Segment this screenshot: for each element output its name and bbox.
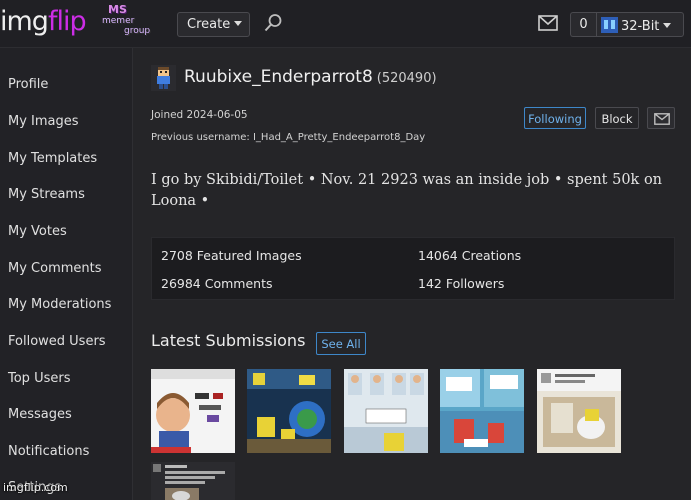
following-button[interactable]: Following <box>524 107 586 129</box>
imgflip-logo[interactable]: imgflip <box>0 6 87 37</box>
stat-featured-images[interactable]: 2708 Featured Images <box>161 248 302 263</box>
sidebar-item-my-templates[interactable]: My Templates <box>8 151 97 166</box>
caret-down-icon <box>234 21 243 26</box>
top-navbar: imgflip MS memer group Create 0 32-Bit <box>0 0 691 48</box>
submission-thumbnail[interactable] <box>537 369 621 453</box>
user-avatar <box>151 65 176 91</box>
submission-thumbnail[interactable] <box>151 462 235 500</box>
sidebar-item-my-votes[interactable]: My Votes <box>8 224 67 239</box>
stat-comments[interactable]: 26984 Comments <box>161 276 273 291</box>
username-text: Ruubixe_Enderparrot8 <box>184 67 373 87</box>
notification-count[interactable]: 0 <box>570 12 596 37</box>
search-icon[interactable] <box>263 13 283 33</box>
sidebar-item-messages[interactable]: Messages <box>8 407 72 422</box>
sidebar-item-notifications[interactable]: Notifications <box>8 444 89 459</box>
user-points: (520490) <box>376 71 437 86</box>
logo-text-flip: flip <box>47 6 87 37</box>
user-menu-button[interactable]: 32-Bit <box>596 12 684 37</box>
sidebar-item-my-comments[interactable]: My Comments <box>8 261 102 276</box>
create-button-label: Create <box>187 17 231 32</box>
submission-thumbnail[interactable] <box>344 369 428 453</box>
create-button[interactable]: Create <box>177 12 250 37</box>
latest-submissions-heading: Latest Submissions <box>151 331 306 350</box>
submission-thumbnail[interactable] <box>247 369 331 453</box>
sidebar: Profile My Images My Templates My Stream… <box>0 48 133 500</box>
block-button[interactable]: Block <box>595 107 639 129</box>
stream-logo-line1: MS <box>108 3 127 16</box>
sidebar-item-top-users[interactable]: Top Users <box>8 371 70 386</box>
profile-main: Ruubixe_Enderparrot8 (520490) Joined 2024… <box>134 48 691 500</box>
user-avatar-icon <box>601 17 618 33</box>
stream-logo-line2: memer <box>102 16 135 26</box>
stream-logo-line3: group <box>124 26 151 36</box>
stat-followers[interactable]: 142 Followers <box>418 276 504 291</box>
envelope-icon <box>654 113 670 125</box>
submission-thumbnail[interactable] <box>151 369 235 453</box>
sidebar-item-my-moderations[interactable]: My Moderations <box>8 297 111 312</box>
caret-down-icon <box>663 23 672 28</box>
message-user-button[interactable] <box>647 107 675 129</box>
logo-text-img: img <box>0 6 49 37</box>
sidebar-item-my-images[interactable]: My Images <box>8 114 79 129</box>
user-menu-label: 32-Bit <box>621 19 660 34</box>
sidebar-item-followed-users[interactable]: Followed Users <box>8 334 106 349</box>
mail-icon[interactable] <box>538 15 558 31</box>
stat-creations[interactable]: 14064 Creations <box>418 248 521 263</box>
profile-username: Ruubixe_Enderparrot8 (520490) <box>184 67 437 87</box>
profile-bio: I go by Skibidi/Toilet • Nov. 21 2923 wa… <box>151 172 663 209</box>
sidebar-item-my-streams[interactable]: My Streams <box>8 187 85 202</box>
imgflip-watermark: imgflip.com <box>3 481 68 494</box>
previous-username: Previous username: I_Had_A_Pretty_Endeep… <box>151 132 426 143</box>
stream-logo[interactable]: MS memer group <box>100 3 160 40</box>
see-all-button[interactable]: See All <box>316 332 366 355</box>
stats-panel: 2708 Featured Images 14064 Creations 269… <box>151 237 675 300</box>
submission-thumbnail[interactable] <box>440 369 524 453</box>
joined-date: Joined 2024-06-05 <box>151 109 248 121</box>
sidebar-item-profile[interactable]: Profile <box>8 77 48 92</box>
